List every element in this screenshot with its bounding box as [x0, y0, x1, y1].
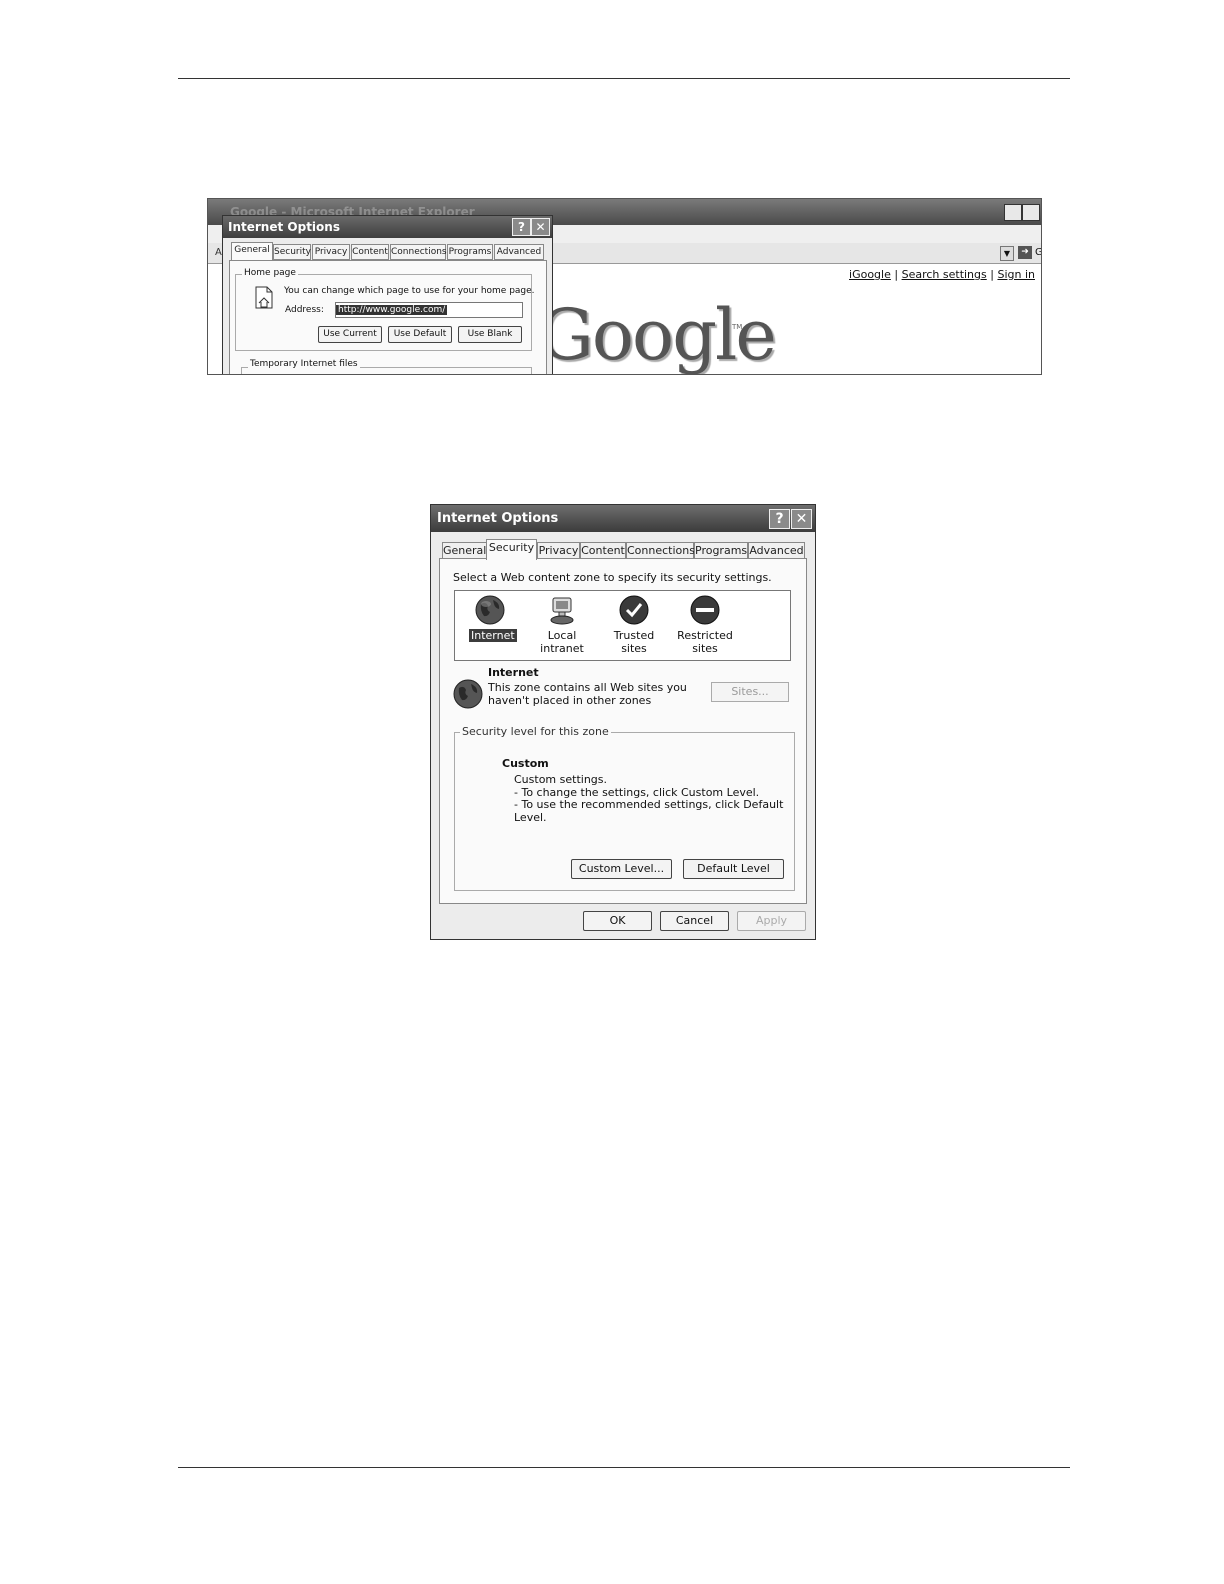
footer-rule	[178, 1467, 1070, 1468]
selected-zone-name: Internet	[488, 666, 539, 679]
home-page-icon	[255, 286, 273, 309]
zone-internet[interactable]: Internet	[469, 595, 517, 642]
zone-restricted-sites[interactable]: Restricted sites	[677, 595, 733, 655]
zone-label: Local intranet	[540, 629, 584, 655]
selected-zone-description: haven't placed in other zones	[488, 694, 652, 707]
home-page-group-label: Home page	[242, 268, 298, 278]
zone-trusted-sites[interactable]: Trusted sites	[603, 595, 665, 655]
header-rule	[178, 78, 1070, 79]
tab-programs[interactable]: Programs	[447, 244, 493, 260]
tab-connections[interactable]: Connections	[626, 542, 695, 558]
dialog-titlebar: Internet Options ? ✕	[223, 216, 552, 238]
use-default-button[interactable]: Use Default	[388, 326, 452, 343]
link-separator: |	[990, 268, 994, 281]
tab-connections[interactable]: Connections	[390, 244, 447, 260]
home-page-description: You can change which page to use for you…	[284, 286, 535, 296]
close-button[interactable]: ✕	[791, 509, 812, 529]
use-blank-button[interactable]: Use Blank	[458, 326, 522, 343]
search-settings-link[interactable]: Search settings	[902, 268, 987, 281]
maximize-button[interactable]	[1022, 204, 1040, 221]
computer-icon	[550, 597, 574, 625]
security-level-group-label: Security level for this zone	[460, 725, 611, 738]
igoogle-link[interactable]: iGoogle	[849, 268, 891, 281]
sites-button[interactable]: Sites...	[711, 682, 789, 702]
tab-advanced[interactable]: Advanced	[748, 542, 805, 558]
apply-button[interactable]: Apply	[737, 911, 806, 931]
tab-security[interactable]: Security	[273, 244, 311, 260]
tab-general[interactable]: General	[231, 242, 273, 260]
globe-icon	[453, 679, 483, 709]
go-arrow-icon[interactable]: ➜	[1018, 246, 1032, 259]
address-label: A	[215, 247, 222, 258]
internet-options-dialog-security: Internet Options ? ✕ General Security Pr…	[430, 504, 816, 940]
tab-programs[interactable]: Programs	[694, 542, 748, 558]
ok-button[interactable]: OK	[583, 911, 652, 931]
cancel-button[interactable]: Cancel	[660, 911, 729, 931]
selected-zone-description: This zone contains all Web sites you	[488, 681, 687, 694]
close-button[interactable]: ✕	[531, 218, 550, 236]
restricted-icon	[690, 595, 720, 625]
default-level-button[interactable]: Default Level	[683, 859, 784, 879]
address-dropdown-button[interactable]: ▼	[1000, 246, 1014, 261]
tab-advanced[interactable]: Advanced	[494, 244, 544, 260]
temporary-files-group-label: Temporary Internet files	[248, 359, 360, 369]
zone-label: Internet	[469, 629, 517, 642]
zone-local-intranet[interactable]: Local intranet	[527, 595, 597, 655]
custom-level-button[interactable]: Custom Level...	[571, 859, 672, 879]
use-current-button[interactable]: Use Current	[318, 326, 382, 343]
google-logo: Google	[538, 294, 777, 375]
internet-options-dialog-general: Internet Options ? ✕ General Security Pr…	[222, 215, 553, 374]
tab-privacy[interactable]: Privacy	[537, 542, 580, 558]
dialog-titlebar: Internet Options ? ✕	[431, 505, 815, 532]
google-logo-tm: TM	[732, 323, 743, 331]
tab-security[interactable]: Security	[486, 539, 537, 560]
checkmark-icon	[619, 595, 649, 625]
zone-instruction: Select a Web content zone to specify its…	[453, 571, 772, 584]
google-top-links: iGoogle | Search settings | Sign in	[849, 268, 1035, 281]
home-address-value: http://www.google.com/	[336, 305, 448, 315]
go-label: G	[1035, 247, 1042, 258]
browser-screenshot: Google - Microsoft Internet Explorer A ▼…	[207, 198, 1042, 375]
security-level-name: Custom	[502, 757, 549, 770]
zone-label: Restricted sites	[677, 629, 733, 655]
sign-in-link[interactable]: Sign in	[997, 268, 1035, 281]
security-level-text: - To use the recommended settings, click…	[514, 798, 784, 824]
tab-general[interactable]: General	[442, 542, 487, 558]
zone-label: Trusted sites	[613, 629, 655, 655]
home-address-field[interactable]: http://www.google.com/	[335, 302, 523, 318]
help-button[interactable]: ?	[769, 509, 790, 529]
address-field-label: Address:	[285, 305, 324, 315]
tab-privacy[interactable]: Privacy	[312, 244, 350, 260]
dialog-title: Internet Options	[228, 220, 340, 234]
dialog-title: Internet Options	[437, 511, 559, 526]
minimize-button[interactable]	[1004, 204, 1022, 221]
security-level-text: Custom settings.	[514, 773, 608, 786]
help-button[interactable]: ?	[512, 218, 531, 236]
link-separator: |	[894, 268, 899, 281]
globe-icon	[475, 595, 505, 625]
tab-content[interactable]: Content	[580, 542, 626, 558]
tab-content[interactable]: Content	[351, 244, 389, 260]
